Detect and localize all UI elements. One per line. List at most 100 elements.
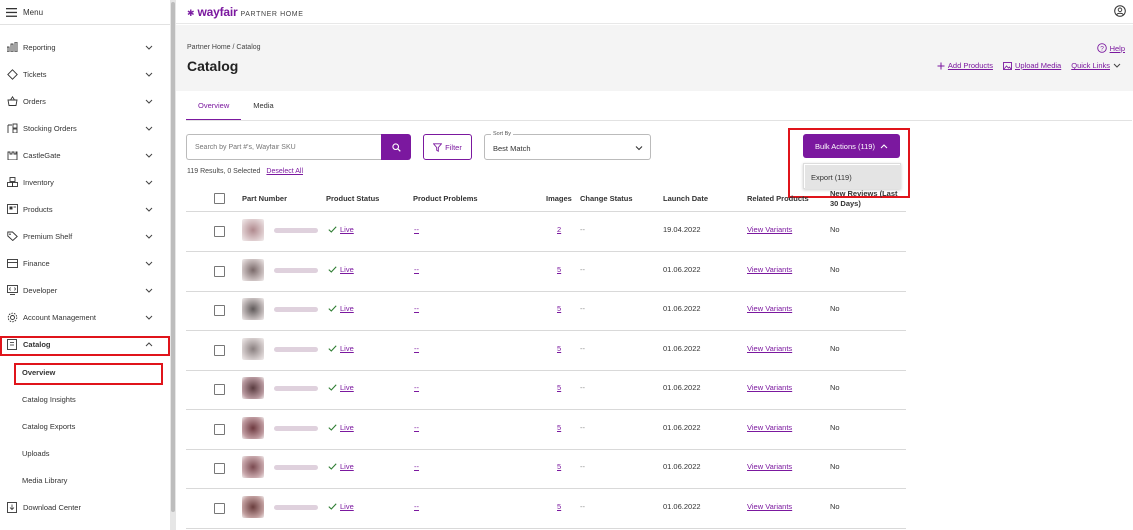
tab-overview[interactable]: Overview	[186, 95, 242, 121]
user-account-icon[interactable]	[1114, 5, 1126, 17]
add-products-link[interactable]: Add Products	[937, 61, 993, 70]
filter-icon	[433, 142, 443, 152]
row-checkbox[interactable]	[214, 384, 225, 395]
row-checkbox[interactable]	[214, 226, 225, 237]
product-problems-link[interactable]: --	[414, 502, 419, 511]
col-related-products[interactable]: Related Products	[747, 194, 809, 203]
filter-button[interactable]: Filter	[423, 134, 472, 160]
view-variants-link[interactable]: View Variants	[747, 462, 792, 471]
scrollbar-thumb[interactable]	[171, 2, 175, 512]
product-thumbnail[interactable]	[242, 377, 264, 399]
images-count-link[interactable]: 2	[557, 225, 561, 234]
row-checkbox[interactable]	[214, 502, 225, 514]
images-count-link[interactable]: 5	[557, 304, 561, 313]
blurred-part-number[interactable]	[274, 267, 318, 273]
sidebar-subitem-catalog-exports[interactable]: Catalog Exports	[22, 417, 162, 435]
product-thumbnail[interactable]	[242, 298, 264, 320]
product-status[interactable]: Live	[328, 265, 354, 274]
product-problems-link[interactable]: --	[414, 225, 419, 234]
sidebar-subitem-media-library[interactable]: Media Library	[22, 471, 162, 489]
col-change-status[interactable]: Change Status	[580, 194, 633, 203]
view-variants-link[interactable]: View Variants	[747, 344, 792, 353]
product-status[interactable]: Live	[328, 344, 354, 353]
upload-media-link[interactable]: Upload Media	[1003, 61, 1061, 70]
blurred-part-number[interactable]	[274, 228, 318, 233]
product-thumbnail[interactable]	[242, 456, 264, 478]
sidebar-item-account-management[interactable]: Account Management	[0, 307, 170, 327]
product-status[interactable]: Live	[328, 462, 354, 471]
col-new-reviews[interactable]: New Reviews (Last 30 Days)	[830, 189, 906, 209]
images-count-link[interactable]: 5	[557, 265, 561, 274]
sidebar-item-castlegate[interactable]: CastleGate	[0, 145, 170, 165]
sidebar-item-finance[interactable]: Finance	[0, 253, 170, 273]
sort-by-select[interactable]: Sort By Best Match	[484, 131, 651, 160]
view-variants-link[interactable]: View Variants	[747, 502, 792, 511]
images-count-link[interactable]: 5	[557, 502, 561, 511]
sidebar-item-premium-shelf[interactable]: Premium Shelf	[0, 226, 170, 246]
view-variants-link[interactable]: View Variants	[747, 225, 792, 234]
sidebar-item-orders[interactable]: Orders	[0, 91, 170, 111]
sidebar-item-products[interactable]: Products	[0, 199, 170, 219]
sidebar-item-developer[interactable]: Developer	[0, 280, 170, 300]
breadcrumb[interactable]: Partner Home / Catalog	[187, 44, 261, 51]
col-images[interactable]: Images	[546, 194, 572, 203]
blurred-part-number[interactable]	[274, 465, 318, 470]
product-thumbnail[interactable]	[242, 219, 264, 241]
wayfair-logo[interactable]: ✱ wayfair PARTNER HOME	[187, 5, 303, 19]
deselect-all-link[interactable]: Deselect All	[266, 168, 303, 175]
row-checkbox[interactable]	[214, 423, 225, 435]
col-part-number[interactable]: Part Number	[242, 194, 287, 203]
product-status[interactable]: Live	[328, 383, 354, 392]
product-status[interactable]: Live	[328, 225, 354, 234]
sidebar-item-reporting[interactable]: Reporting	[0, 37, 170, 57]
product-problems-link[interactable]: --	[414, 265, 419, 274]
col-launch-date[interactable]: Launch Date	[663, 194, 708, 203]
view-variants-link[interactable]: View Variants	[747, 265, 792, 274]
quick-links-dropdown[interactable]: Quick Links	[1071, 61, 1121, 70]
product-status[interactable]: Live	[328, 423, 354, 432]
new-reviews: No	[830, 304, 840, 313]
product-thumbnail[interactable]	[242, 416, 264, 439]
product-problems-link[interactable]: --	[414, 383, 419, 392]
help-link[interactable]: ? Help	[1096, 43, 1125, 53]
product-problems-link[interactable]: --	[414, 304, 419, 313]
product-status[interactable]: Live	[328, 502, 354, 511]
blurred-part-number[interactable]	[274, 307, 318, 312]
col-product-problems[interactable]: Product Problems	[413, 194, 478, 203]
product-problems-link[interactable]: --	[414, 423, 419, 432]
images-count-link[interactable]: 5	[557, 344, 561, 353]
product-thumbnail[interactable]	[242, 495, 264, 518]
col-product-status[interactable]: Product Status	[326, 194, 379, 203]
images-count-link[interactable]: 5	[557, 423, 561, 432]
blurred-part-number[interactable]	[274, 504, 318, 510]
blurred-part-number[interactable]	[274, 386, 318, 391]
product-status[interactable]: Live	[328, 304, 354, 313]
row-checkbox[interactable]	[214, 265, 225, 277]
select-all-checkbox[interactable]	[214, 193, 225, 204]
view-variants-link[interactable]: View Variants	[747, 383, 792, 392]
sidebar-item-tickets[interactable]: Tickets	[0, 64, 170, 84]
product-thumbnail[interactable]	[242, 337, 264, 360]
view-variants-link[interactable]: View Variants	[747, 304, 792, 313]
view-variants-link[interactable]: View Variants	[747, 423, 792, 432]
images-count-link[interactable]: 5	[557, 462, 561, 471]
product-thumbnail[interactable]	[242, 258, 264, 281]
blurred-part-number[interactable]	[274, 425, 318, 431]
sidebar-subitem-uploads[interactable]: Uploads	[22, 444, 162, 462]
menu-toggle[interactable]: Menu	[6, 6, 43, 18]
search-input[interactable]	[186, 134, 382, 160]
tab-media[interactable]: Media	[241, 95, 279, 121]
row-checkbox[interactable]	[214, 344, 225, 356]
sidebar-item-stocking-orders[interactable]: Stocking Orders	[0, 118, 170, 138]
row-checkbox[interactable]	[214, 463, 225, 474]
sidebar-item-download-center[interactable]: Download Center	[0, 497, 170, 517]
images-count-link[interactable]: 5	[557, 383, 561, 392]
sidebar-item-inventory[interactable]: Inventory	[0, 172, 170, 192]
sidebar-subitem-label: Uploads	[22, 448, 50, 458]
sidebar-subitem-catalog-insights[interactable]: Catalog Insights	[22, 390, 162, 408]
product-problems-link[interactable]: --	[414, 462, 419, 471]
row-checkbox[interactable]	[214, 305, 225, 316]
product-problems-link[interactable]: --	[414, 344, 419, 353]
search-button[interactable]	[381, 134, 411, 160]
blurred-part-number[interactable]	[274, 346, 318, 352]
